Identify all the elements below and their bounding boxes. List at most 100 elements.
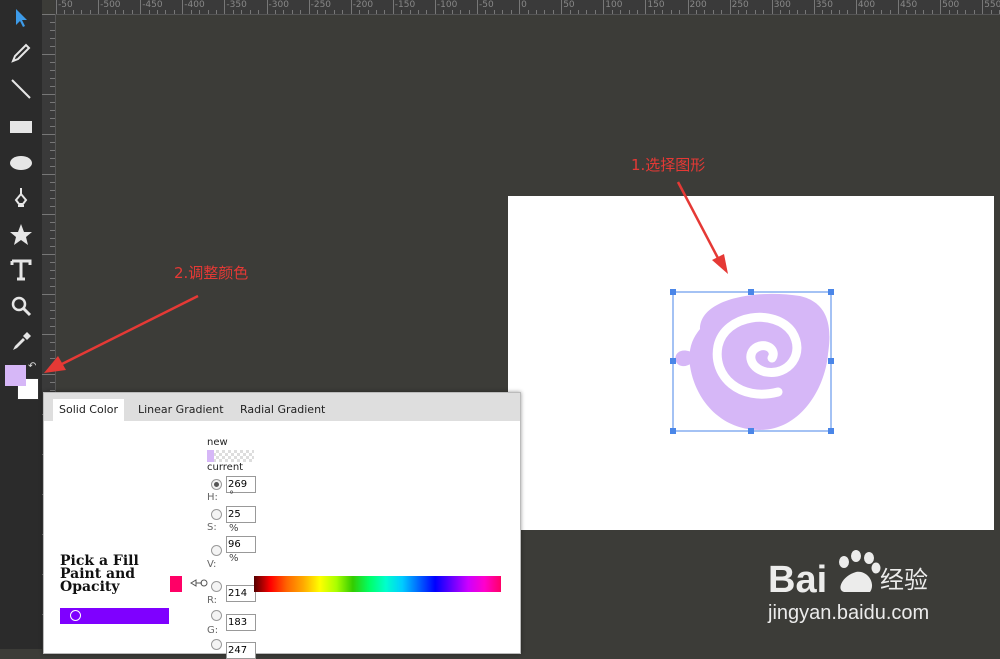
- ruler-minor-tick: [527, 10, 529, 14]
- value-label: V:: [207, 559, 217, 570]
- ruler-minor-tick: [165, 10, 167, 14]
- ruler-minor-tick: [493, 10, 495, 14]
- ruler-minor-tick: [847, 10, 849, 14]
- ruler-minor-tick: [274, 10, 276, 14]
- new-color-preview: [207, 450, 254, 462]
- blue-input[interactable]: 247: [226, 642, 256, 659]
- tab-radial-gradient[interactable]: Radial Gradient: [234, 399, 331, 421]
- saturation-radio[interactable]: [211, 509, 222, 520]
- ruler-minor-tick: [872, 10, 874, 14]
- ruler-minor-tick: [788, 10, 790, 14]
- line-icon[interactable]: [6, 74, 36, 104]
- link-icon[interactable]: [190, 579, 208, 587]
- select-icon[interactable]: [6, 3, 36, 33]
- title-line-3: Opacity: [60, 579, 120, 595]
- ruler-minor-tick: [679, 10, 681, 14]
- blue-radio[interactable]: [211, 639, 222, 650]
- annotation-step2: 2.调整颜色: [174, 264, 249, 282]
- ruler-minor-tick: [914, 10, 916, 14]
- ruler-tick: [434, 0, 436, 14]
- pencil-icon[interactable]: [6, 38, 36, 68]
- tool-panel: ↶: [0, 0, 42, 649]
- ruler-minor-tick: [199, 10, 201, 14]
- paw-icon: [839, 550, 881, 592]
- ruler-minor-tick: [881, 10, 883, 14]
- ruler-minor-tick: [64, 10, 66, 14]
- zoom-icon[interactable]: [6, 291, 36, 321]
- ruler-label: 450: [900, 0, 918, 10]
- ruler-minor-tick: [839, 10, 841, 14]
- ruler-label: 350: [815, 0, 833, 10]
- ruler-label: -200: [352, 0, 374, 10]
- ruler-minor-tick: [780, 10, 782, 14]
- ruler-minor-tick: [990, 10, 992, 14]
- hue-slider[interactable]: [60, 608, 169, 624]
- ruler-minor-tick: [535, 10, 537, 14]
- ruler-label: -300: [268, 0, 289, 10]
- fill-color-swatch[interactable]: [5, 365, 26, 386]
- ruler-minor-tick: [830, 10, 832, 14]
- text-icon[interactable]: [6, 255, 36, 285]
- ruler-tick: [98, 0, 100, 14]
- ruler-minor-tick: [426, 10, 428, 14]
- ruler-tick: [561, 0, 563, 14]
- ruler-minor-tick: [418, 10, 420, 14]
- tab-linear-gradient[interactable]: Linear Gradient: [132, 399, 230, 421]
- red-input[interactable]: 214: [226, 585, 256, 602]
- ruler-minor-tick: [956, 10, 958, 14]
- ruler-minor-tick: [89, 10, 91, 14]
- green-radio[interactable]: [211, 610, 222, 621]
- red-radio[interactable]: [211, 581, 222, 592]
- ruler-label: 550: [984, 0, 1000, 10]
- ruler-minor-tick: [923, 10, 925, 14]
- new-label: new: [207, 437, 228, 448]
- ruler-minor-tick: [594, 10, 596, 14]
- hue-radio[interactable]: [211, 479, 222, 490]
- ruler-tick: [308, 0, 310, 14]
- ruler-minor-tick: [114, 10, 116, 14]
- ellipse-icon[interactable]: [6, 148, 36, 178]
- ruler-minor-tick: [106, 10, 108, 14]
- ruler-label: -400: [184, 0, 205, 10]
- ruler-minor-tick: [409, 10, 411, 14]
- rectangle-icon[interactable]: [6, 112, 36, 142]
- ruler-minor-tick: [544, 10, 546, 14]
- ruler-label: -350: [226, 0, 247, 10]
- ruler-label: 500: [942, 0, 960, 10]
- ruler-tick: [982, 0, 984, 14]
- ruler-minor-tick: [283, 10, 285, 14]
- picker-title: Pick a Fill Paint and Opacity: [60, 554, 139, 595]
- ruler-label: 250: [731, 0, 749, 10]
- ruler-minor-tick: [704, 10, 706, 14]
- eyedropper-icon[interactable]: [6, 327, 36, 357]
- ruler-tick: [940, 0, 942, 14]
- star-icon[interactable]: [6, 220, 36, 250]
- color-palette-strip[interactable]: [254, 576, 501, 592]
- ruler-minor-tick: [249, 10, 251, 14]
- ruler-label: 0: [521, 0, 527, 10]
- ruler-tick: [771, 0, 773, 14]
- coffee-cup-shape[interactable]: [660, 284, 840, 444]
- hue-unit: °: [229, 490, 234, 501]
- ruler-minor-tick: [931, 10, 933, 14]
- horizontal-ruler: -50 -500 -450 -400 -350 -300 -250 -200 -150 -100-…: [55, 0, 1000, 15]
- ruler-minor-tick: [485, 10, 487, 14]
- green-input[interactable]: 183: [226, 614, 256, 631]
- ruler-minor-tick: [738, 10, 740, 14]
- color-picker-dialog: Solid Color Linear Gradient Radial Gradi…: [43, 392, 521, 659]
- ruler-minor-tick: [300, 10, 302, 14]
- ruler-tick: [603, 0, 605, 14]
- picker-tabs: Solid Color Linear Gradient Radial Gradi…: [44, 393, 520, 421]
- ruler-tick: [224, 0, 226, 14]
- tab-solid-color[interactable]: Solid Color: [53, 399, 125, 421]
- value-input[interactable]: 96: [226, 536, 256, 553]
- value-radio[interactable]: [211, 545, 222, 556]
- swap-colors-icon[interactable]: ↶: [28, 361, 36, 372]
- pen-icon[interactable]: [6, 183, 36, 213]
- ruler-minor-tick: [401, 10, 403, 14]
- saturation-input[interactable]: 25: [226, 506, 256, 523]
- ruler-tick: [350, 0, 352, 14]
- ruler-minor-tick: [620, 10, 622, 14]
- ruler-label: -450: [142, 0, 163, 10]
- hue-slider-handle[interactable]: [70, 610, 81, 621]
